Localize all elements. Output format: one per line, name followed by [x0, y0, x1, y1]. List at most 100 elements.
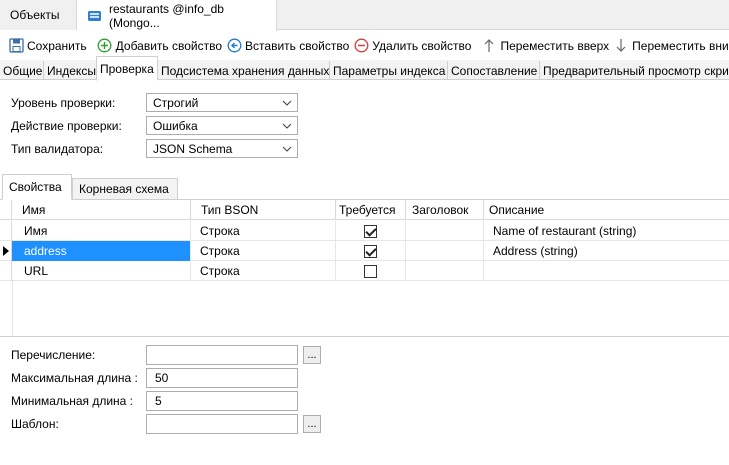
cell-bson-type[interactable]: Строка	[191, 221, 336, 241]
move-down-label: Переместить вниз	[632, 38, 729, 53]
validation-action-select[interactable]: Ошибка	[146, 116, 298, 135]
validation-level-value: Строгий	[153, 95, 199, 110]
tab-storage-engine-label: Подсистема хранения данных	[161, 63, 330, 78]
tab-properties-label: Свойства	[9, 180, 62, 194]
insert-property-button[interactable]: Вставить свойство	[224, 33, 351, 59]
tab-general[interactable]: Общие	[0, 61, 44, 80]
current-row-arrow-icon	[3, 246, 9, 256]
cell-description[interactable]: Address (string)	[484, 241, 729, 261]
column-header-bson-type[interactable]: Тип BSON	[191, 200, 336, 220]
insert-property-label: Вставить свойство	[245, 38, 350, 53]
tab-general-label: Общие	[3, 63, 43, 78]
table-row[interactable]: address Строка Address (string)	[0, 241, 729, 261]
add-property-button[interactable]: Добавить свойство	[95, 33, 224, 59]
table-row[interactable]: Имя Строка Name of restaurant (string)	[0, 221, 729, 241]
cell-required[interactable]	[336, 241, 406, 261]
arrow-down-icon	[613, 38, 629, 54]
chevron-down-icon	[282, 146, 292, 152]
tab-properties[interactable]: Свойства	[2, 174, 72, 200]
validator-type-select[interactable]: JSON Schema	[146, 139, 298, 158]
required-checkbox[interactable]	[364, 264, 377, 278]
cell-title[interactable]	[406, 221, 484, 241]
document-tab-bar: Объекты restaurants @info_db (Mongo...	[0, 0, 729, 31]
cell-description[interactable]	[484, 261, 729, 281]
cell-title[interactable]	[406, 241, 484, 261]
tab-indexes-label: Индексы	[47, 63, 96, 78]
cell-description[interactable]: Name of restaurant (string)	[484, 221, 729, 241]
cell-title[interactable]	[406, 261, 484, 281]
add-icon	[97, 38, 113, 54]
column-header-description-label: Описание	[489, 203, 545, 217]
property-tabs: Общие Индексы Проверка Подсистема хранен…	[0, 56, 729, 81]
column-header-name[interactable]: Имя	[12, 200, 191, 220]
tab-storage-engine[interactable]: Подсистема хранения данных	[158, 61, 330, 80]
save-label: Сохранить	[27, 38, 87, 53]
tab-root-schema[interactable]: Корневая схема	[72, 178, 178, 200]
grid-corner	[0, 200, 12, 220]
delete-property-label: Удалить свойство	[372, 38, 472, 53]
tab-objects[interactable]: Объекты	[0, 0, 77, 30]
tab-collation-label: Сопоставление	[451, 63, 538, 78]
required-checkbox[interactable]	[364, 224, 377, 238]
max-length-label: Максимальная длина :	[11, 371, 138, 385]
save-icon	[8, 38, 24, 54]
pattern-edit-button[interactable]: ...	[303, 415, 321, 433]
table-row[interactable]: URL Строка	[0, 261, 729, 281]
cell-name[interactable]: address	[12, 241, 191, 261]
tab-restaurants-label: restaurants @info_db (Mongo...	[109, 1, 224, 30]
tab-index-options-label: Параметры индекса	[333, 63, 446, 78]
pattern-label: Шаблон:	[11, 417, 59, 431]
validation-action-value: Ошибка	[153, 118, 198, 133]
tab-collation[interactable]: Сопоставление	[448, 61, 540, 80]
min-length-label: Минимальная длина :	[11, 394, 134, 408]
row-indicator	[0, 261, 12, 281]
max-length-input[interactable]: 50	[146, 368, 298, 388]
cell-name[interactable]: URL	[12, 261, 191, 281]
insert-icon	[226, 38, 242, 54]
validation-action-label: Действие проверки:	[11, 119, 122, 133]
required-checkbox[interactable]	[364, 244, 377, 258]
add-property-label: Добавить свойство	[115, 38, 223, 53]
row-indicator	[0, 221, 12, 241]
tab-validation-label: Проверка	[100, 61, 154, 76]
arrow-up-icon	[481, 38, 497, 54]
delete-icon	[353, 38, 369, 54]
column-header-title-label: Заголовок	[412, 203, 469, 217]
tab-restaurants[interactable]: restaurants @info_db (Mongo...	[77, 0, 277, 31]
schema-tabs: Свойства Корневая схема	[0, 174, 729, 200]
grid-header: Имя Тип BSON Требуется Заголовок Описани…	[0, 200, 729, 220]
grid-divider	[12, 281, 13, 336]
cell-name[interactable]: Имя	[12, 221, 191, 241]
tab-index-options[interactable]: Параметры индекса	[330, 61, 448, 80]
enum-edit-button[interactable]: ...	[303, 346, 321, 364]
min-length-input[interactable]: 5	[146, 391, 298, 411]
column-header-title[interactable]: Заголовок	[406, 200, 484, 220]
tab-root-schema-label: Корневая схема	[79, 182, 169, 196]
move-up-label: Переместить вверх	[500, 38, 610, 53]
cell-required[interactable]	[336, 261, 406, 281]
tab-indexes[interactable]: Индексы	[44, 61, 97, 80]
tab-validation[interactable]: Проверка	[96, 56, 158, 81]
save-button[interactable]: Сохранить	[6, 33, 89, 59]
validation-level-label: Уровень проверки:	[11, 96, 116, 110]
row-indicator	[0, 241, 12, 261]
properties-grid: Имя Тип BSON Требуется Заголовок Описани…	[0, 200, 729, 337]
validator-type-value: JSON Schema	[153, 141, 233, 156]
column-header-required[interactable]: Требуется	[336, 200, 406, 220]
validator-type-label: Тип валидатора:	[11, 142, 104, 156]
collection-icon	[87, 9, 103, 23]
pattern-input[interactable]	[146, 414, 298, 434]
move-down-button[interactable]: Переместить вниз	[611, 33, 729, 59]
move-up-button[interactable]: Переместить вверх	[479, 33, 611, 59]
column-header-description[interactable]: Описание	[484, 200, 729, 220]
delete-property-button[interactable]: Удалить свойство	[351, 33, 473, 59]
enum-input[interactable]	[146, 345, 298, 365]
tab-script-preview-label: Предварительный просмотр скрипта	[543, 63, 729, 78]
tab-script-preview[interactable]: Предварительный просмотр скрипта	[540, 61, 729, 80]
column-header-name-label: Имя	[22, 203, 46, 217]
cell-required[interactable]	[336, 221, 406, 241]
cell-bson-type[interactable]: Строка	[191, 261, 336, 281]
validation-level-select[interactable]: Строгий	[146, 93, 298, 112]
cell-bson-type[interactable]: Строка	[191, 241, 336, 261]
enum-label: Перечисление:	[11, 348, 96, 362]
